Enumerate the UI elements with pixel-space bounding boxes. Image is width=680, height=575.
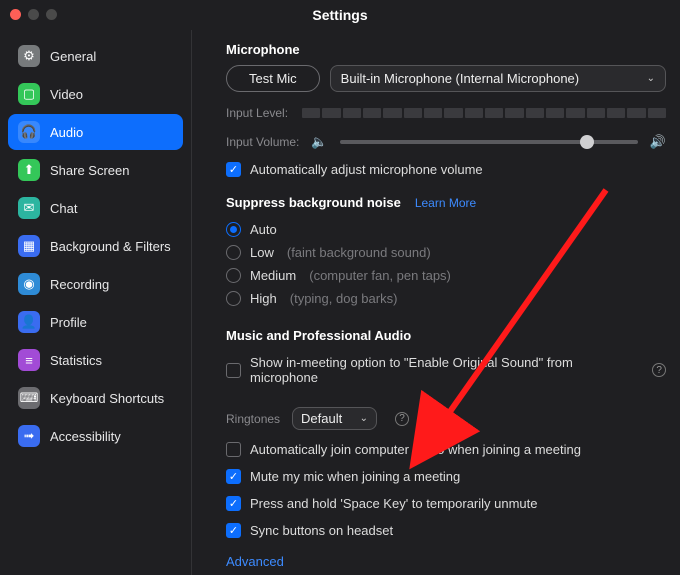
volume-low-icon: 🔈 xyxy=(311,134,327,150)
extra-checkbox-2[interactable]: ✓ xyxy=(226,496,241,511)
sidebar-item-label: Profile xyxy=(50,315,87,330)
ringtones-label: Ringtones xyxy=(226,412,280,426)
content-pane: Microphone Test Mic Built-in Microphone … xyxy=(192,30,680,575)
sidebar-item-label: Keyboard Shortcuts xyxy=(50,391,164,406)
microphone-section-title: Microphone xyxy=(226,42,666,57)
info-icon[interactable]: ? xyxy=(652,363,666,377)
keyboard-shortcuts-icon: ⌨ xyxy=(18,387,40,409)
sidebar-item-label: Recording xyxy=(50,277,109,292)
sidebar-item-label: Video xyxy=(50,87,83,102)
noise-option-hint: (faint background sound) xyxy=(287,245,431,260)
volume-high-icon: 🔊 xyxy=(650,134,666,150)
noise-option-label: Low xyxy=(250,245,274,260)
titlebar: Settings xyxy=(0,0,680,30)
input-level-label: Input Level: xyxy=(226,106,288,120)
share-screen-icon: ⬆ xyxy=(18,159,40,181)
microphone-device-value: Built-in Microphone (Internal Microphone… xyxy=(341,71,579,86)
info-icon[interactable]: ? xyxy=(395,412,409,426)
sidebar-item-chat[interactable]: ✉ Chat xyxy=(8,190,183,226)
recording-icon: ◉ xyxy=(18,273,40,295)
general-icon: ⚙ xyxy=(18,45,40,67)
input-volume-label: Input Volume: xyxy=(226,135,299,149)
noise-option-label: High xyxy=(250,291,277,306)
advanced-link[interactable]: Advanced xyxy=(226,554,284,569)
sidebar-item-label: Statistics xyxy=(50,353,102,368)
sidebar: ⚙ General ▢ Video 🎧 Audio ⬆ Share Screen ✉ Chat ▦ B… xyxy=(0,30,192,575)
sidebar-item-background-filters[interactable]: ▦ Background & Filters xyxy=(8,228,183,264)
chevron-down-icon: ⌄ xyxy=(360,413,368,424)
chevron-down-icon: ⌄ xyxy=(647,73,655,84)
noise-option-hint: (typing, dog barks) xyxy=(290,291,398,306)
extra-checkbox-label: Sync buttons on headset xyxy=(250,523,393,538)
extra-checkbox-label: Automatically join computer audio when j… xyxy=(250,442,581,457)
extra-checkbox-3[interactable]: ✓ xyxy=(226,523,241,538)
close-window-button[interactable] xyxy=(10,9,21,20)
noise-radio-high[interactable] xyxy=(226,291,241,306)
noise-option-label: Auto xyxy=(250,222,277,237)
window-title: Settings xyxy=(312,7,367,23)
sidebar-item-keyboard-shortcuts[interactable]: ⌨ Keyboard Shortcuts xyxy=(8,380,183,416)
sidebar-item-accessibility[interactable]: ➟ Accessibility xyxy=(8,418,183,454)
ringtones-value: Default xyxy=(301,411,342,426)
extra-checkbox-label: Press and hold 'Space Key' to temporaril… xyxy=(250,496,538,511)
noise-option-label: Medium xyxy=(250,268,296,283)
auto-adjust-volume-label: Automatically adjust microphone volume xyxy=(250,162,483,177)
sidebar-item-label: Background & Filters xyxy=(50,239,171,254)
input-level-meter xyxy=(302,108,666,118)
sidebar-item-share-screen[interactable]: ⬆ Share Screen xyxy=(8,152,183,188)
sidebar-item-label: Audio xyxy=(50,125,83,140)
sidebar-item-profile[interactable]: 👤 Profile xyxy=(8,304,183,340)
input-volume-slider[interactable] xyxy=(340,140,638,144)
original-sound-label: Show in-meeting option to "Enable Origin… xyxy=(250,355,637,385)
video-icon: ▢ xyxy=(18,83,40,105)
extra-checkbox-label: Mute my mic when joining a meeting xyxy=(250,469,460,484)
zoom-window-button[interactable] xyxy=(46,9,57,20)
microphone-device-select[interactable]: Built-in Microphone (Internal Microphone… xyxy=(330,65,666,92)
noise-radio-low[interactable] xyxy=(226,245,241,260)
sidebar-item-general[interactable]: ⚙ General xyxy=(8,38,183,74)
noise-section-title: Suppress background noise xyxy=(226,195,401,210)
music-section-title: Music and Professional Audio xyxy=(226,328,666,343)
audio-icon: 🎧 xyxy=(18,121,40,143)
chat-icon: ✉ xyxy=(18,197,40,219)
minimize-window-button[interactable] xyxy=(28,9,39,20)
profile-icon: 👤 xyxy=(18,311,40,333)
statistics-icon: ≡ xyxy=(18,349,40,371)
noise-learn-more-link[interactable]: Learn More xyxy=(415,196,476,210)
sidebar-item-label: Share Screen xyxy=(50,163,130,178)
extra-checkbox-0[interactable] xyxy=(226,442,241,457)
slider-thumb[interactable] xyxy=(580,135,594,149)
ringtones-select[interactable]: Default ⌄ xyxy=(292,407,377,430)
sidebar-item-video[interactable]: ▢ Video xyxy=(8,76,183,112)
sidebar-item-label: General xyxy=(50,49,96,64)
sidebar-item-statistics[interactable]: ≡ Statistics xyxy=(8,342,183,378)
sidebar-item-audio[interactable]: 🎧 Audio xyxy=(8,114,183,150)
noise-radio-auto[interactable] xyxy=(226,222,241,237)
sidebar-item-label: Chat xyxy=(50,201,77,216)
sidebar-item-label: Accessibility xyxy=(50,429,121,444)
noise-radio-medium[interactable] xyxy=(226,268,241,283)
accessibility-icon: ➟ xyxy=(18,425,40,447)
original-sound-checkbox[interactable] xyxy=(226,363,241,378)
auto-adjust-volume-checkbox[interactable]: ✓ xyxy=(226,162,241,177)
noise-option-hint: (computer fan, pen taps) xyxy=(309,268,451,283)
test-mic-button[interactable]: Test Mic xyxy=(226,65,320,92)
window-controls xyxy=(10,9,57,20)
background-filters-icon: ▦ xyxy=(18,235,40,257)
extra-checkbox-1[interactable]: ✓ xyxy=(226,469,241,484)
sidebar-item-recording[interactable]: ◉ Recording xyxy=(8,266,183,302)
